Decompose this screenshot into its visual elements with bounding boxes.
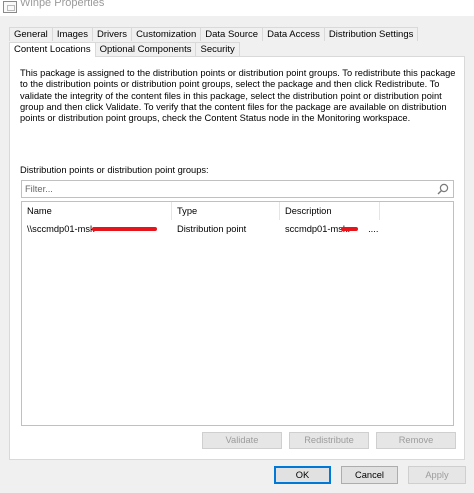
tab-data-access[interactable]: Data Access: [262, 27, 325, 41]
tab-content-locations[interactable]: Content Locations: [9, 42, 96, 57]
validate-button[interactable]: Validate: [202, 432, 282, 449]
tab-optional-components[interactable]: Optional Components: [94, 42, 197, 56]
tab-row-2: Content Locations Optional Components Se…: [9, 42, 240, 57]
row-name: \\sccmdp01-msk: [22, 222, 95, 236]
column-header-type[interactable]: Type: [172, 202, 280, 220]
ok-button[interactable]: OK: [274, 466, 331, 484]
tab-customization[interactable]: Customization: [131, 27, 202, 41]
remove-button[interactable]: Remove: [376, 432, 456, 449]
tab-security[interactable]: Security: [195, 42, 240, 56]
description-text: This package is assigned to the distribu…: [20, 68, 456, 124]
window-icon: [3, 1, 17, 13]
row-name-text: \\sccmdp01-msk: [27, 224, 95, 234]
window-title: Winpe Properties: [20, 0, 105, 9]
tab-general[interactable]: General: [9, 27, 53, 41]
filter-input[interactable]: [25, 183, 425, 195]
list-label: Distribution points or distribution poin…: [20, 165, 209, 175]
search-icon[interactable]: [437, 183, 449, 195]
title-bar: Winpe Properties: [0, 0, 474, 16]
cancel-button[interactable]: Cancel: [341, 466, 398, 484]
tab-row-1: General Images Drivers Customization Dat…: [9, 27, 419, 42]
column-header-description[interactable]: Description: [280, 202, 380, 220]
filter-box: [21, 180, 454, 198]
redaction-mark: [92, 227, 157, 231]
apply-button[interactable]: Apply: [408, 466, 466, 484]
column-header-name[interactable]: Name: [22, 202, 172, 220]
redistribute-button[interactable]: Redistribute: [289, 432, 369, 449]
row-type: Distribution point: [177, 224, 247, 234]
tab-data-source[interactable]: Data Source: [200, 27, 264, 41]
tab-drivers[interactable]: Drivers: [91, 27, 133, 41]
tab-images[interactable]: Images: [51, 27, 93, 41]
redaction-mark: [341, 227, 358, 231]
row-description-suffix: ....: [368, 224, 379, 234]
tab-distribution-settings[interactable]: Distribution Settings: [323, 27, 419, 41]
row-description: sccmdp01-msk.....: [280, 222, 378, 236]
distribution-points-list[interactable]: Name Type Description \\sccmdp01-msk Dis…: [21, 201, 454, 426]
